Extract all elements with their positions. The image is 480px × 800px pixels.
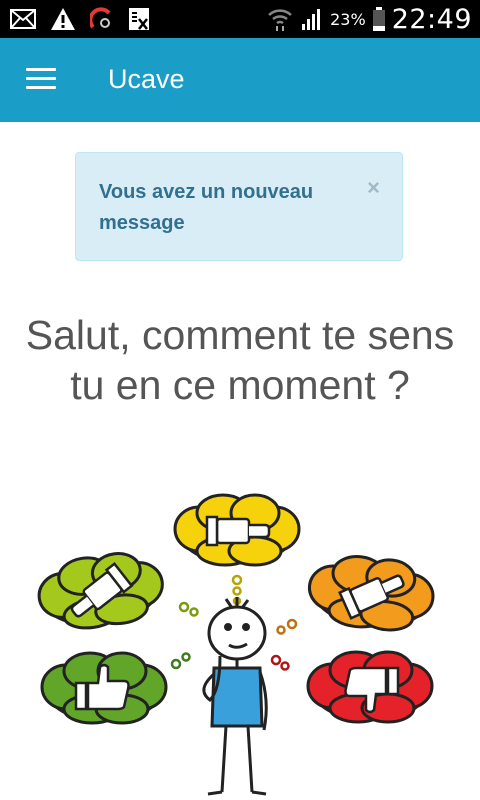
thought-bubbles-left [178,601,199,617]
message-icon [129,8,149,30]
status-bar: 23% 22:49 [0,0,480,38]
thought-bubbles-bottom-left [170,652,191,670]
thought-bubbles-right [276,618,298,635]
status-notifications [10,6,150,32]
mood-question: Salut, comment te sens tu en ce moment ? [25,312,455,408]
battery-percent: 23% [330,9,366,29]
hamburger-menu-icon[interactable] [26,68,56,92]
mood-cloud-orange-right[interactable] [304,550,438,636]
new-message-alert[interactable]: Vous avez un nouveau message × [75,152,403,261]
mood-cloud-neutral-top[interactable] [173,493,301,567]
mood-cloud-lime-left[interactable] [33,546,169,636]
signal-icon [302,9,321,30]
thought-bubbles-bottom-right [270,654,290,671]
warning-icon [51,8,75,30]
mood-cloud-green-thumb-up[interactable] [40,651,168,725]
alert-message: Vous avez un nouveau message [99,181,314,234]
status-system: 23% 22:49 [266,0,472,38]
wifi-icon [268,9,292,31]
thinking-person [202,597,268,796]
clock: 22:49 [391,3,472,35]
mood-cloud-red-thumb-down[interactable] [306,650,434,724]
mail-icon [10,9,36,29]
mood-illustration [33,493,438,796]
close-icon[interactable]: × [367,177,380,199]
app-title: Ucave [108,64,185,94]
app-bar: Ucave [0,38,480,122]
battery-icon [372,7,385,31]
speedometer-icon [90,7,111,29]
